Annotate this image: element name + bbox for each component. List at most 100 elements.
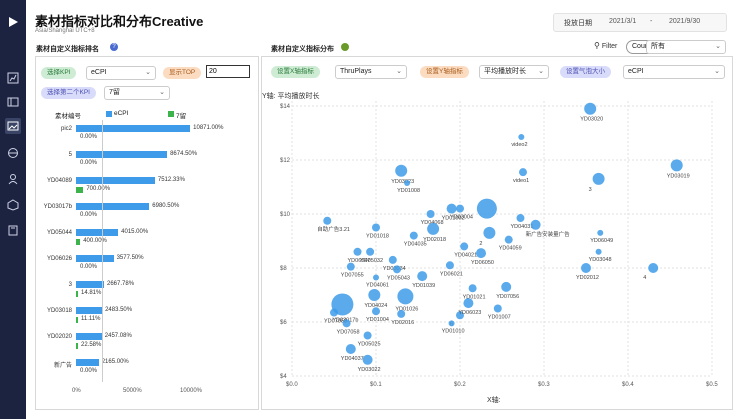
scatter-point[interactable] <box>363 331 372 340</box>
date-start[interactable]: 2021/3/1 <box>609 18 636 25</box>
point-label: YD04035 <box>404 242 427 248</box>
ecpi-bar[interactable] <box>76 307 103 314</box>
scatter-point[interactable] <box>504 235 513 244</box>
scatter-point[interactable] <box>368 289 381 301</box>
scatter-point[interactable] <box>530 219 541 230</box>
globe-icon[interactable] <box>5 145 21 161</box>
scatter-point[interactable] <box>397 288 414 305</box>
ecpi-bar[interactable] <box>76 229 119 236</box>
point-label: 3 <box>589 187 592 193</box>
scatter-point[interactable] <box>518 134 525 141</box>
scatter-point[interactable] <box>373 274 379 281</box>
scatter-point[interactable] <box>346 262 355 271</box>
point-label: YD07056 <box>496 294 519 300</box>
point-label: YD01039 <box>412 283 435 289</box>
scatter-point[interactable] <box>393 265 401 274</box>
user-icon[interactable] <box>5 171 21 187</box>
scatter-point[interactable] <box>353 247 362 256</box>
box-icon[interactable] <box>5 197 21 213</box>
scatter-point[interactable] <box>427 222 440 235</box>
scatter-point[interactable] <box>323 216 332 225</box>
scatter-point[interactable] <box>483 226 496 239</box>
scatter-point[interactable] <box>476 198 497 219</box>
bubble-size-select[interactable]: eCPI ⌄ <box>623 65 725 79</box>
scatter-point[interactable] <box>581 263 591 273</box>
ecpi-bar[interactable] <box>76 255 114 262</box>
scatter-point[interactable] <box>493 304 502 313</box>
scatter-point[interactable] <box>501 281 512 292</box>
ecpi-bar[interactable] <box>76 359 99 366</box>
scatter-point[interactable] <box>445 261 454 270</box>
scatter-point[interactable] <box>426 210 435 218</box>
scatter-point[interactable] <box>592 172 605 185</box>
scatter-point[interactable] <box>372 307 380 316</box>
scatter-point[interactable] <box>342 319 351 328</box>
point-label: YD01004 <box>366 317 389 323</box>
play-icon[interactable] <box>5 14 21 30</box>
scatter-point[interactable] <box>446 203 457 214</box>
scatter-point[interactable] <box>366 247 375 256</box>
point-label: YD03022 <box>358 367 381 373</box>
scatter-point[interactable] <box>670 159 683 172</box>
scatter-point[interactable] <box>476 248 486 259</box>
scatter-point[interactable] <box>456 204 464 213</box>
legend-ecpi[interactable]: eCPI <box>114 110 128 117</box>
scatter-point[interactable] <box>409 231 418 240</box>
filter-label: ⚲ Filter <box>594 41 617 50</box>
film-icon[interactable] <box>5 94 21 110</box>
ecpi-bar[interactable] <box>76 203 150 210</box>
date-range-picker[interactable]: 投放日期 2021/3/1 - 2021/9/30 <box>553 13 727 32</box>
scatter-point[interactable] <box>395 164 408 177</box>
scatter-point[interactable] <box>345 344 356 354</box>
country-select[interactable]: 所有 ⌄ <box>646 40 726 54</box>
ecpi-bar[interactable] <box>76 151 168 158</box>
ecpi-bar[interactable] <box>76 125 191 132</box>
scatter-point[interactable] <box>463 298 474 309</box>
legend-7day[interactable]: 7留 <box>176 110 186 120</box>
scatter-point[interactable] <box>648 263 659 273</box>
x-axis-title: X轴: <box>487 395 501 404</box>
ecpi-bar[interactable] <box>76 177 155 184</box>
retention-bar[interactable] <box>76 343 78 349</box>
image-icon[interactable] <box>5 118 21 134</box>
second-kpi-select[interactable]: 7留 ⌄ <box>104 86 170 100</box>
scatter-point[interactable] <box>330 308 338 317</box>
scatter-point[interactable] <box>460 242 469 251</box>
scatter-point[interactable] <box>372 223 380 232</box>
retention-bar[interactable] <box>76 291 78 297</box>
sidebar <box>0 0 26 419</box>
retention-value: 0.00% <box>80 160 98 166</box>
scatter-point[interactable] <box>404 179 411 186</box>
x-axis-select[interactable]: ThruPlays ⌄ <box>335 65 407 79</box>
scatter-point[interactable] <box>362 354 373 365</box>
scatter-point[interactable] <box>417 271 428 282</box>
y-axis-title: Y轴: 平均播放时长 <box>262 91 320 100</box>
scatter-point[interactable] <box>468 284 477 293</box>
y-axis-select[interactable]: 平均播放时长 ⌄ <box>479 65 549 79</box>
scatter-point[interactable] <box>516 214 525 223</box>
top-input[interactable] <box>206 65 250 78</box>
scatter-point[interactable] <box>519 168 527 177</box>
point-label: YD04031 <box>510 224 533 230</box>
scatter-point[interactable] <box>397 309 406 318</box>
scatter-point[interactable] <box>595 248 602 255</box>
ecpi-bar[interactable] <box>76 281 104 288</box>
retention-bar[interactable] <box>76 239 81 245</box>
book-icon[interactable] <box>5 222 21 238</box>
scatter-point[interactable] <box>448 320 455 327</box>
point-label: YD07058 <box>337 329 360 335</box>
scatter-point[interactable] <box>597 229 604 236</box>
kpi-select[interactable]: eCPI ⌄ <box>86 66 156 80</box>
date-end[interactable]: 2021/9/30 <box>669 18 700 25</box>
ecpi-value: 2667.78% <box>107 281 135 287</box>
retention-value: 400.00% <box>83 238 107 244</box>
chart-icon[interactable] <box>5 70 21 86</box>
point-label: YD03048 <box>589 257 612 263</box>
retention-value: 14.81% <box>81 290 102 296</box>
scatter-point[interactable] <box>388 255 397 264</box>
retention-bar[interactable] <box>76 317 78 323</box>
ecpi-bar[interactable] <box>76 333 102 340</box>
scatter-point[interactable] <box>584 102 597 115</box>
y-axis-tag: 设置Y轴指标 <box>420 66 469 78</box>
retention-bar[interactable] <box>76 187 84 193</box>
